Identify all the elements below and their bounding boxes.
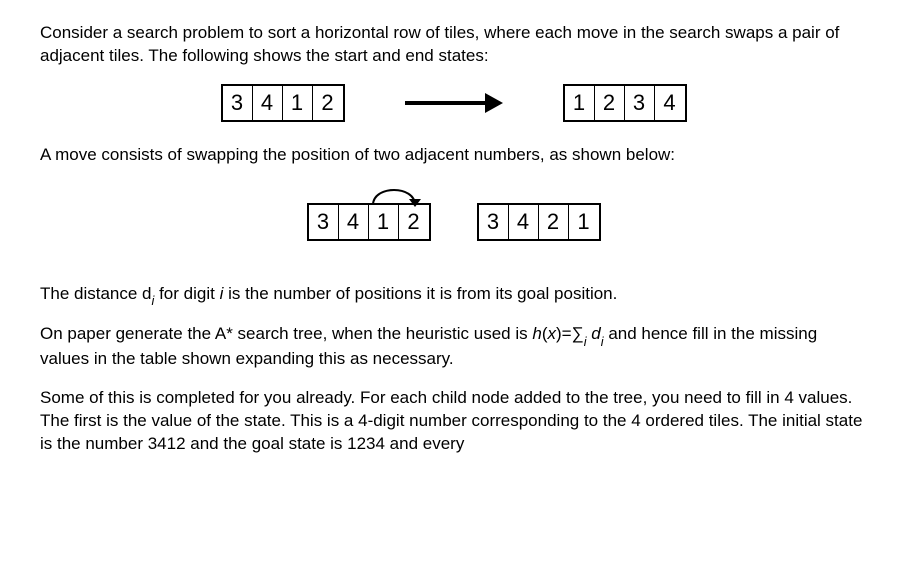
subscript-i: i [601,334,604,349]
formula-x: x [548,324,557,343]
tile: 2 [313,86,343,120]
tile: 1 [369,205,399,239]
subscript-i: i [584,334,587,349]
formula-h: h [532,324,541,343]
tile: 2 [595,86,625,120]
tile: 3 [625,86,655,120]
text-segment: The distance d [40,284,152,303]
tile: 1 [565,86,595,120]
start-state-tiles: 3 4 1 2 [221,84,345,122]
swap-before: 3 4 1 2 [307,203,431,241]
tile: 4 [339,205,369,239]
swap-arc-icon [369,181,429,207]
start-goal-diagram: 3 4 1 2 1 2 3 4 [40,84,867,122]
tile: 4 [655,86,685,120]
tile: 4 [253,86,283,120]
goal-state-tiles: 1 2 3 4 [563,84,687,122]
tile: 4 [509,205,539,239]
swap-diagram: 3 4 1 2 3 4 2 1 [40,203,867,241]
tile: 3 [309,205,339,239]
heuristic-instruction: On paper generate the A* search tree, wh… [40,323,867,371]
tile: 3 [479,205,509,239]
problem-intro: Consider a search problem to sort a hori… [40,22,867,68]
arrow-icon [405,93,503,113]
text-segment: is the number of positions it is from it… [223,284,617,303]
tile: 2 [399,205,429,239]
text-segment: On paper generate the A* search tree, wh… [40,324,532,343]
formula-d: d [587,324,601,343]
swap-after-tiles: 3 4 2 1 [477,203,601,241]
subscript-i: i [152,293,155,308]
tile: 2 [539,205,569,239]
move-description: A move consists of swapping the position… [40,144,867,167]
text-segment: for digit [154,284,219,303]
sigma-icon: ∑ [572,324,584,343]
distance-definition: The distance di for digit i is the numbe… [40,283,867,308]
tile: 3 [223,86,253,120]
swap-before-tiles: 3 4 1 2 [307,203,431,241]
text-segment: )= [556,324,572,343]
table-instructions: Some of this is completed for you alread… [40,387,867,456]
tile: 1 [569,205,599,239]
tile: 1 [283,86,313,120]
